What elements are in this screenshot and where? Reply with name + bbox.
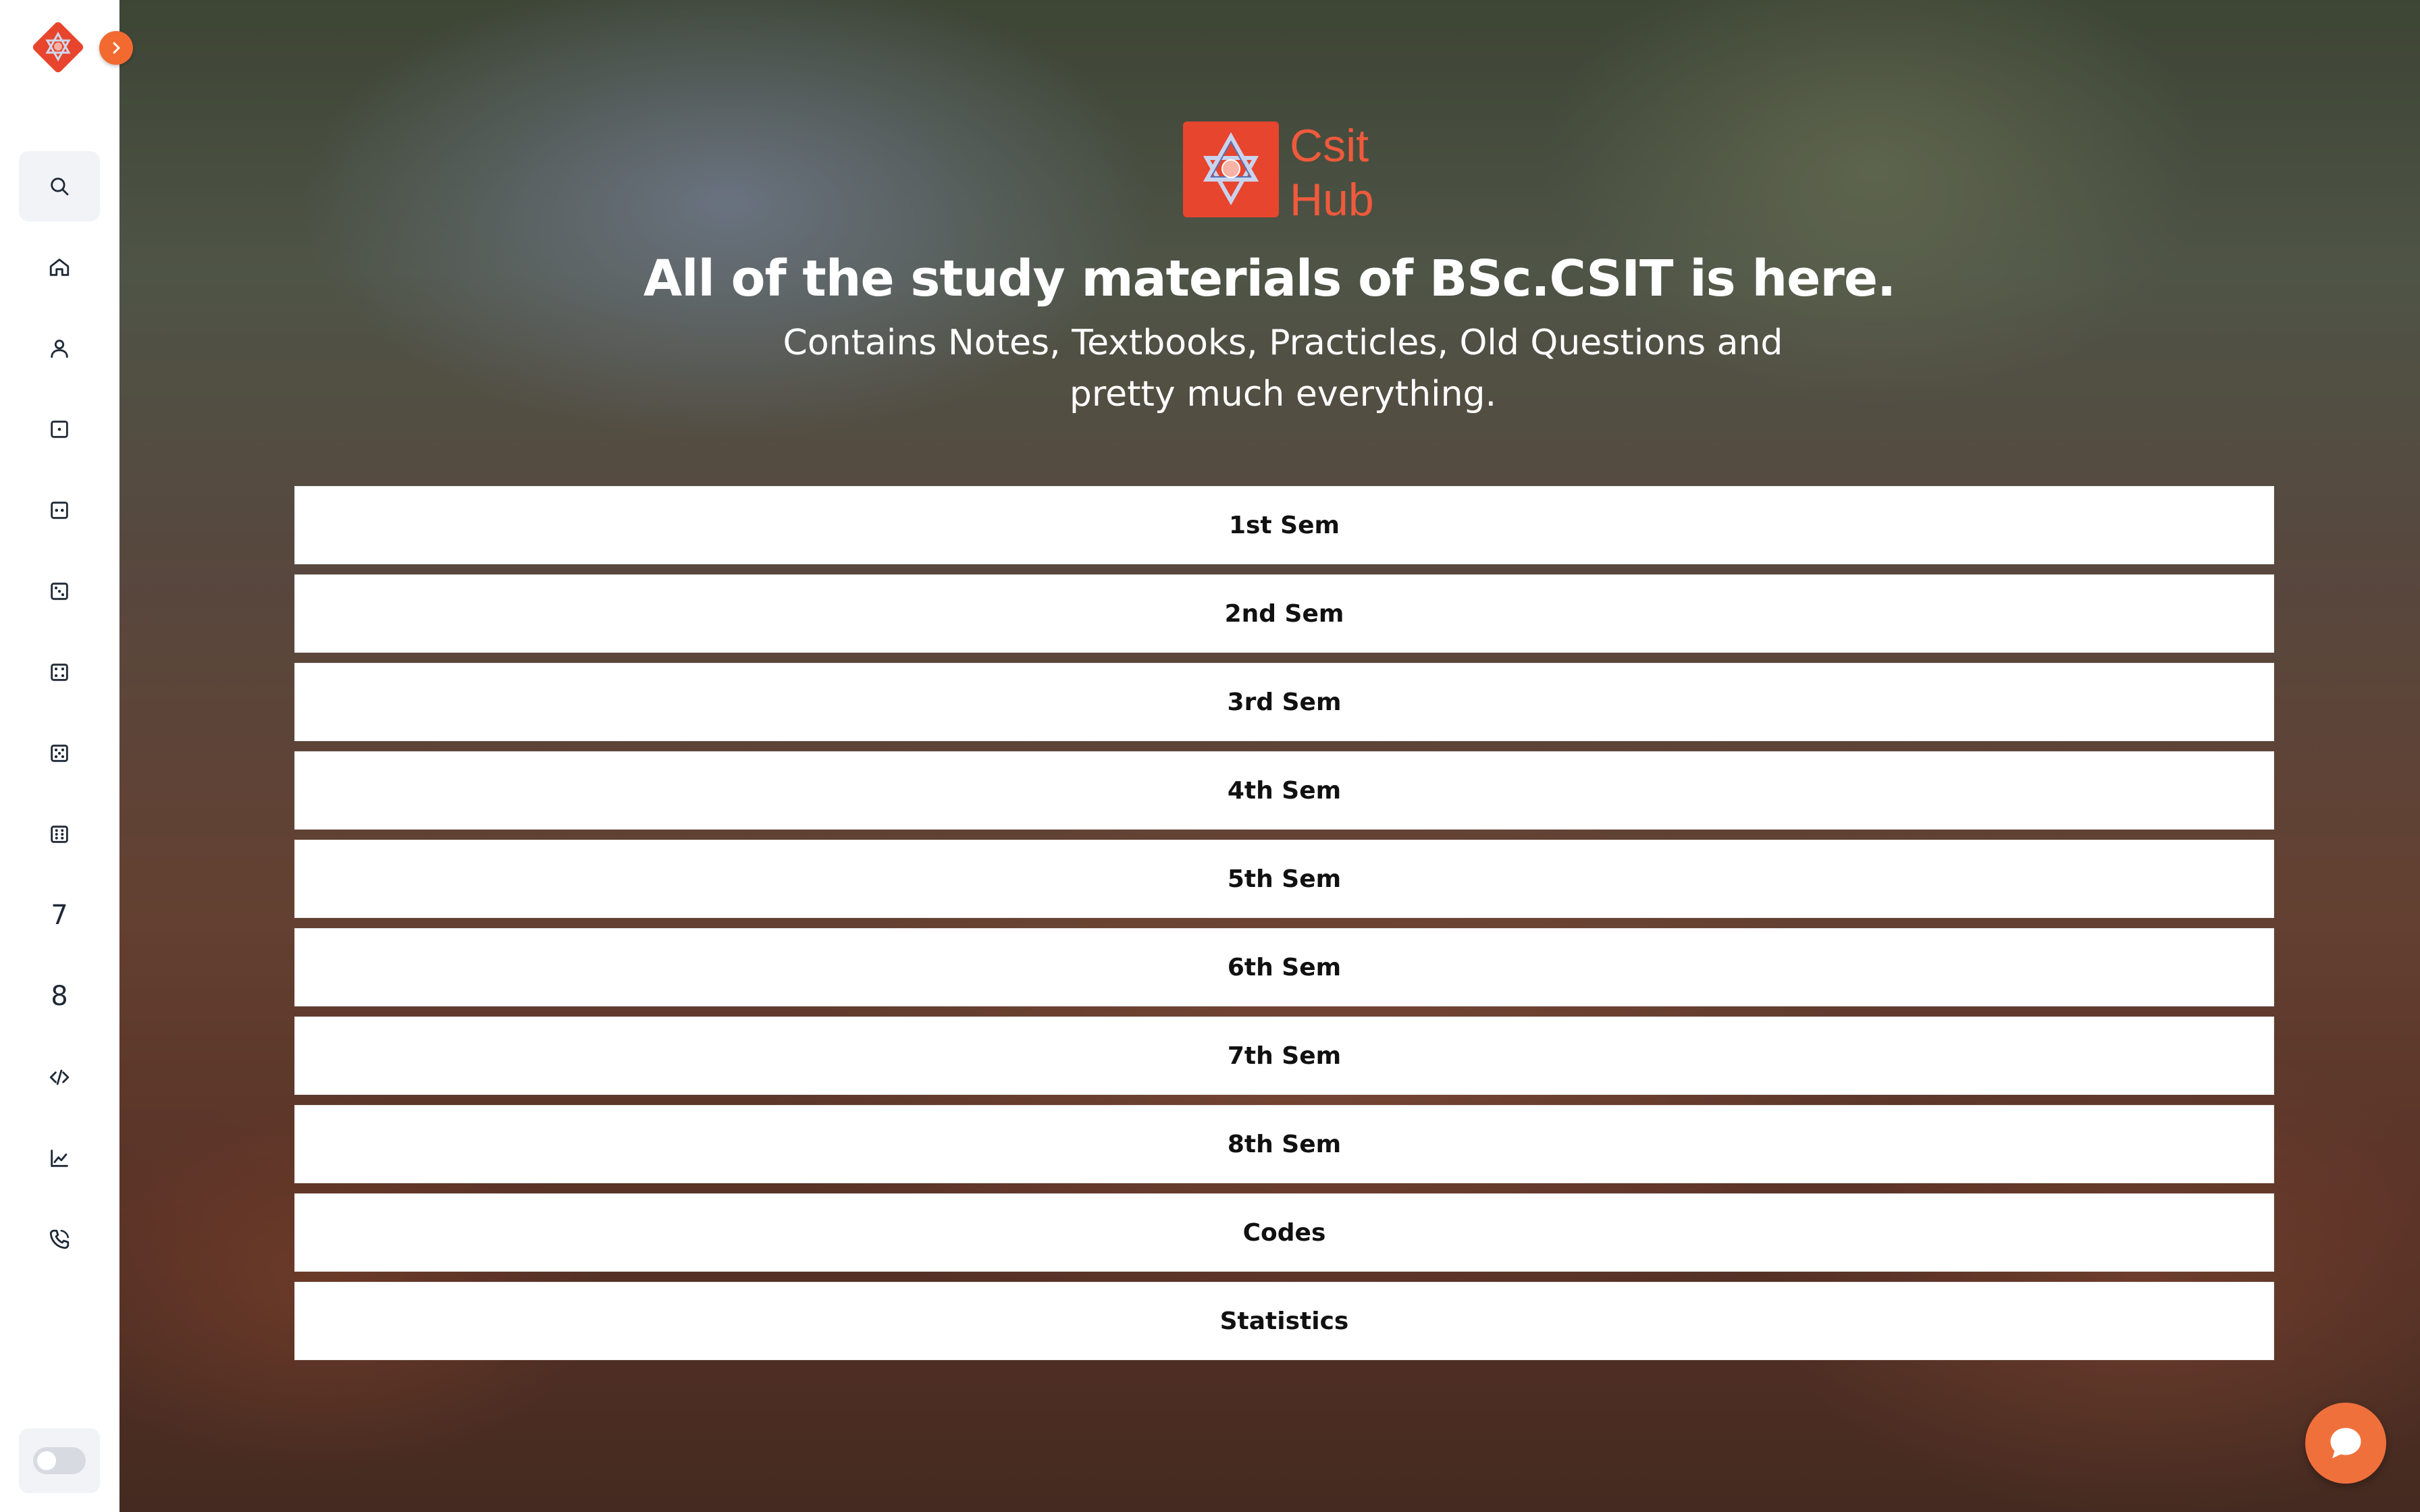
sidebar-item-statistics[interactable] [19, 1123, 100, 1193]
sidebar-item-sem6[interactable] [19, 799, 100, 869]
subheadline-line-2: pretty much everything. [1069, 374, 1497, 414]
search-icon [51, 178, 69, 196]
sidebar-item-sem4[interactable] [19, 637, 100, 707]
theme-toggle[interactable] [19, 1428, 100, 1493]
semester-button-8[interactable]: 8th Sem [294, 1105, 2274, 1183]
semester-button-3[interactable]: 3rd Sem [294, 663, 2274, 741]
user-icon [51, 340, 68, 358]
home-icon [49, 259, 70, 276]
sidebar-item-home[interactable] [19, 232, 100, 302]
brand-line-1: Csit [1290, 120, 1369, 171]
toggle-knob [37, 1451, 56, 1470]
sidebar-item-label: 8 [51, 981, 68, 1012]
semester-button-5[interactable]: 5th Sem [294, 840, 2274, 918]
toggle-switch[interactable] [33, 1447, 86, 1474]
expand-sidebar-button[interactable] [99, 31, 133, 65]
semester-button-7[interactable]: 7th Sem [294, 1017, 2274, 1095]
semester-list: 1st Sem 2nd Sem 3rd Sem 4th Sem 5th Sem … [294, 486, 2274, 1370]
sidebar: 7 8 [0, 0, 133, 1512]
sidebar-item-contact[interactable] [19, 1204, 100, 1274]
chat-button[interactable] [2305, 1403, 2386, 1484]
codes-button[interactable]: Codes [294, 1193, 2274, 1272]
code-icon [49, 1069, 70, 1085]
sidebar-nav: 7 8 [19, 151, 100, 1285]
chat-bubble-icon [2330, 1428, 2361, 1459]
brand-line-2: Hub [1290, 174, 1374, 225]
dice-four-icon [51, 664, 68, 681]
app-logo[interactable] [32, 22, 84, 73]
sidebar-item-sem8[interactable]: 8 [19, 961, 100, 1031]
subheadline-line-1: Contains Notes, Textbooks, Practicles, O… [783, 323, 1783, 363]
sidebar-item-sem2[interactable] [19, 475, 100, 545]
page-headline: All of the study materials of BSc.CSIT i… [643, 250, 1896, 308]
semester-button-6[interactable]: 6th Sem [294, 928, 2274, 1006]
dice-two-icon [51, 502, 68, 519]
phone-icon [49, 1229, 70, 1249]
brand-name: Csit Hub [1290, 119, 1374, 227]
sidebar-item-label: 7 [51, 900, 68, 931]
sidebar-item-sem7[interactable]: 7 [19, 880, 100, 950]
page-subheadline: Contains Notes, Textbooks, Practicles, O… [777, 317, 1789, 420]
semester-button-4[interactable]: 4th Sem [294, 751, 2274, 830]
semester-button-1[interactable]: 1st Sem [294, 486, 2274, 564]
dice-one-icon [51, 421, 68, 438]
hero-logo [1183, 122, 1279, 217]
dice-five-icon [51, 745, 68, 762]
semester-button-2[interactable]: 2nd Sem [294, 574, 2274, 653]
sidebar-item-profile[interactable] [19, 313, 100, 383]
sidebar-item-search[interactable] [19, 151, 100, 221]
dice-three-icon [51, 583, 68, 600]
sidebar-item-sem1[interactable] [19, 394, 100, 464]
sidebar-item-codes[interactable] [19, 1042, 100, 1112]
chart-line-icon [51, 1150, 68, 1167]
sidebar-item-sem5[interactable] [19, 718, 100, 788]
statistics-button[interactable]: Statistics [294, 1282, 2274, 1360]
sidebar-item-sem3[interactable] [19, 556, 100, 626]
chevron-right-icon [113, 42, 120, 54]
dice-six-icon [51, 826, 68, 843]
